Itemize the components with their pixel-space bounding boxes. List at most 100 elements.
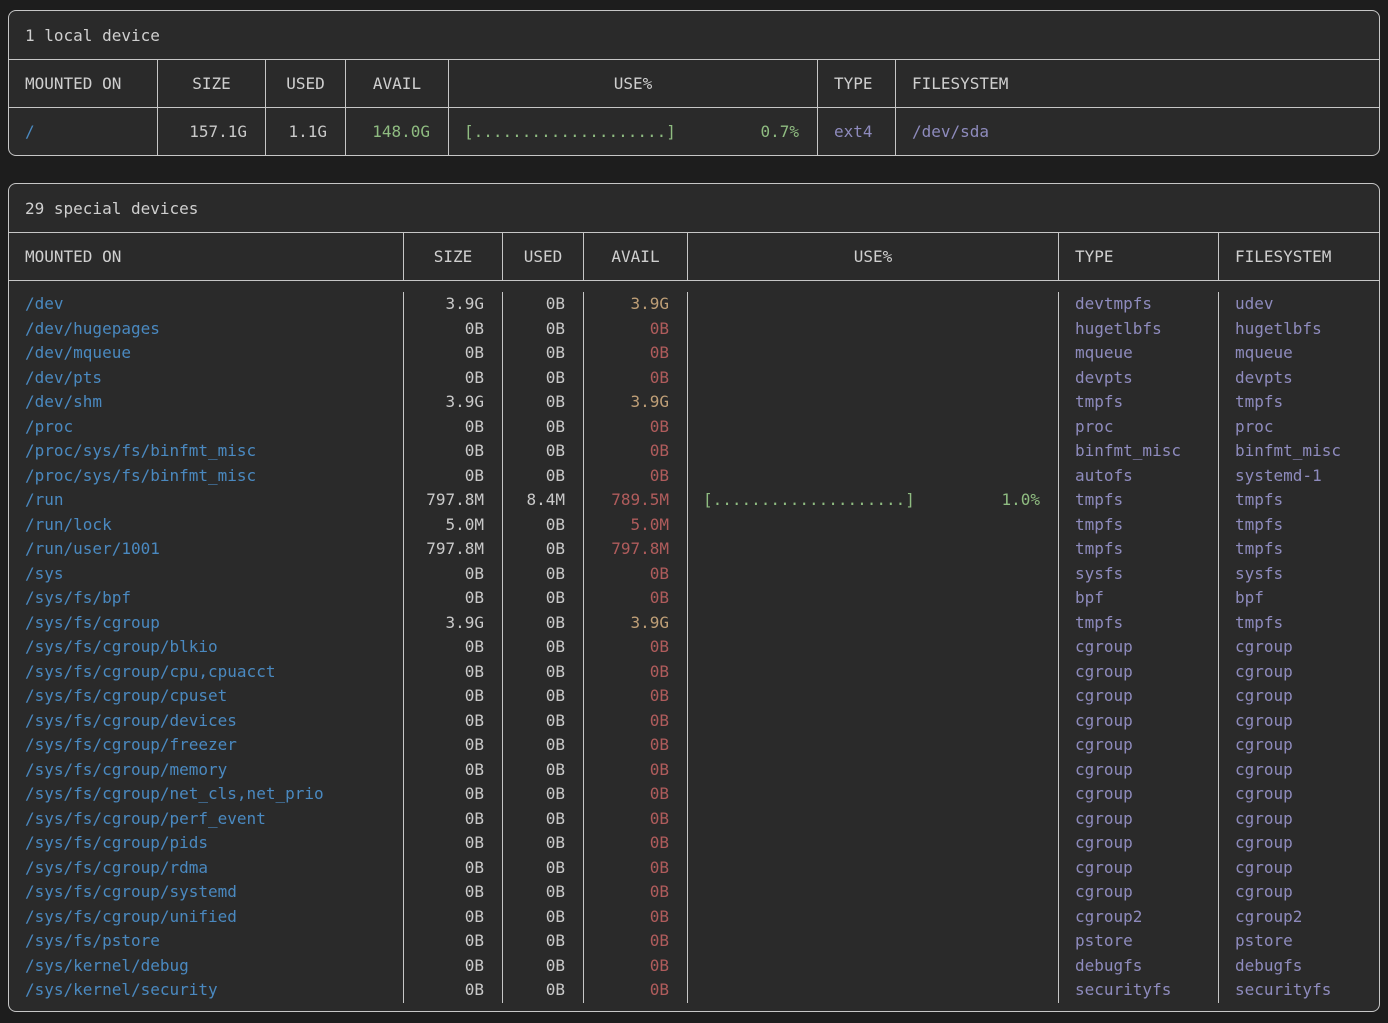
header-type: TYPE: [818, 60, 896, 107]
avail-cell: 3.9G: [584, 390, 688, 415]
avail-cell: 0B: [584, 464, 688, 489]
avail-cell: 0B: [584, 807, 688, 832]
size-cell: 0B: [404, 905, 503, 930]
type-cell: cgroup: [1059, 709, 1219, 734]
local-devices-table: 1 local device MOUNTED ON SIZE USED AVAI…: [8, 10, 1380, 156]
use-percent-cell: [....................]0.7%: [449, 108, 818, 155]
use-percent-cell: [688, 611, 1059, 636]
device-row: /sys/fs/cgroup/net_cls,net_prio 0B 0B 0B…: [9, 782, 1379, 807]
avail-cell: 0B: [584, 954, 688, 979]
device-row: /proc 0B 0B 0B proc proc: [9, 415, 1379, 440]
type-cell: securityfs: [1059, 978, 1219, 1003]
mount-point-cell: /: [9, 108, 158, 155]
size-cell: 797.8M: [404, 488, 503, 513]
type-cell: cgroup2: [1059, 905, 1219, 930]
size-cell: 0B: [404, 954, 503, 979]
use-percent-cell: [688, 709, 1059, 734]
type-cell: cgroup: [1059, 635, 1219, 660]
use-percent-cell: [688, 635, 1059, 660]
type-cell: tmpfs: [1059, 513, 1219, 538]
use-percent-cell: [688, 782, 1059, 807]
type-cell: devpts: [1059, 366, 1219, 391]
use-percent-cell: [688, 807, 1059, 832]
used-cell: 0B: [503, 317, 584, 342]
avail-cell: 0B: [584, 905, 688, 930]
type-cell: cgroup: [1059, 856, 1219, 881]
type-cell: cgroup: [1059, 733, 1219, 758]
use-percent-cell: [688, 562, 1059, 587]
mount-point-cell: /sys/fs/cgroup/unified: [9, 905, 404, 930]
use-percent-cell: [688, 537, 1059, 562]
use-percent-cell: [688, 978, 1059, 1003]
special-table-body: /dev 3.9G 0B 3.9G devtmpfs udev /dev/hug…: [9, 281, 1379, 1011]
device-row: /sys/fs/pstore 0B 0B 0B pstore pstore: [9, 929, 1379, 954]
terminal-screen: 1 local device MOUNTED ON SIZE USED AVAI…: [0, 0, 1388, 1022]
use-percent-cell: [688, 905, 1059, 930]
size-cell: 0B: [404, 929, 503, 954]
use-percent-cell: [688, 733, 1059, 758]
use-percent-cell: [688, 684, 1059, 709]
avail-cell: 0B: [584, 586, 688, 611]
use-percent-cell: [688, 929, 1059, 954]
use-percent-cell: [688, 880, 1059, 905]
filesystem-cell: cgroup: [1219, 807, 1379, 832]
avail-cell: 0B: [584, 929, 688, 954]
filesystem-cell: cgroup: [1219, 856, 1379, 881]
filesystem-cell: tmpfs: [1219, 390, 1379, 415]
use-percent-cell: [688, 831, 1059, 856]
use-percent-cell: [688, 341, 1059, 366]
type-cell: debugfs: [1059, 954, 1219, 979]
mount-point-cell: /sys/fs/bpf: [9, 586, 404, 611]
filesystem-cell: mqueue: [1219, 341, 1379, 366]
device-row: /run/lock 5.0M 0B 5.0M tmpfs tmpfs: [9, 513, 1379, 538]
mount-point-cell: /sys/fs/cgroup/net_cls,net_prio: [9, 782, 404, 807]
use-percent-cell: [688, 586, 1059, 611]
type-cell: cgroup: [1059, 684, 1219, 709]
type-cell: devtmpfs: [1059, 292, 1219, 317]
filesystem-cell: cgroup: [1219, 709, 1379, 734]
mount-point-cell: /dev/hugepages: [9, 317, 404, 342]
type-cell: cgroup: [1059, 807, 1219, 832]
mount-point-cell: /dev/shm: [9, 390, 404, 415]
used-cell: 8.4M: [503, 488, 584, 513]
avail-cell: 0B: [584, 709, 688, 734]
mount-point-cell: /run/user/1001: [9, 537, 404, 562]
filesystem-cell: cgroup: [1219, 635, 1379, 660]
type-cell: binfmt_misc: [1059, 439, 1219, 464]
use-percent-cell: [688, 317, 1059, 342]
device-row: /proc/sys/fs/binfmt_misc 0B 0B 0B binfmt…: [9, 439, 1379, 464]
type-cell: sysfs: [1059, 562, 1219, 587]
use-percent-cell: [....................]1.0%: [688, 488, 1059, 513]
mount-point-cell: /sys/kernel/security: [9, 978, 404, 1003]
type-cell: cgroup: [1059, 831, 1219, 856]
used-cell: 0B: [503, 464, 584, 489]
header-avail: AVAIL: [584, 233, 688, 280]
device-row: /sys/fs/cgroup/unified 0B 0B 0B cgroup2 …: [9, 905, 1379, 930]
filesystem-cell: tmpfs: [1219, 611, 1379, 636]
type-cell: mqueue: [1059, 341, 1219, 366]
avail-cell: 0B: [584, 856, 688, 881]
filesystem-cell: cgroup: [1219, 733, 1379, 758]
avail-cell: 0B: [584, 733, 688, 758]
local-table-body: / 157.1G 1.1G 148.0G [..................…: [9, 108, 1379, 155]
header-use-pct: USE%: [449, 60, 818, 107]
type-cell: tmpfs: [1059, 537, 1219, 562]
usage-percent: 0.7%: [760, 108, 799, 155]
filesystem-cell: devpts: [1219, 366, 1379, 391]
mount-point-cell: /run/lock: [9, 513, 404, 538]
mount-point-cell: /run: [9, 488, 404, 513]
size-cell: 0B: [404, 684, 503, 709]
filesystem-cell: securityfs: [1219, 978, 1379, 1003]
filesystem-cell: pstore: [1219, 929, 1379, 954]
used-cell: 1.1G: [266, 108, 346, 155]
mount-point-cell: /sys/fs/cgroup/cpu,cpuacct: [9, 660, 404, 685]
mount-point-cell: /sys/fs/cgroup/blkio: [9, 635, 404, 660]
size-cell: 3.9G: [404, 390, 503, 415]
size-cell: 0B: [404, 978, 503, 1003]
device-row: /sys/fs/cgroup/systemd 0B 0B 0B cgroup c…: [9, 880, 1379, 905]
use-percent-cell: [688, 660, 1059, 685]
use-percent-cell: [688, 292, 1059, 317]
local-devices-title: 1 local device: [9, 11, 1379, 60]
used-cell: 0B: [503, 366, 584, 391]
size-cell: 0B: [404, 317, 503, 342]
